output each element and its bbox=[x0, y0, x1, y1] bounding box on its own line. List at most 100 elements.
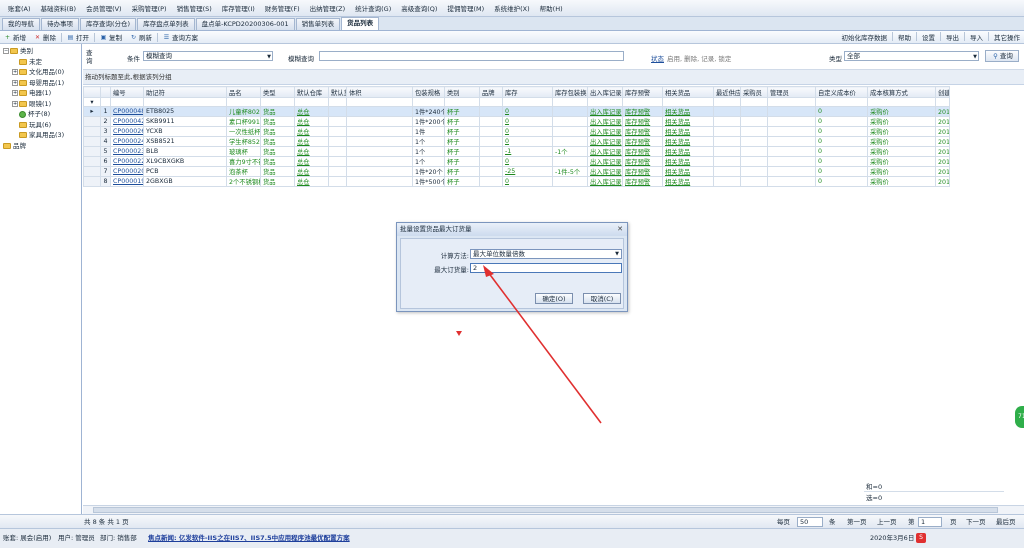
table-cell[interactable]: 相关货品 bbox=[662, 156, 714, 167]
tab-6[interactable]: 货品列表 bbox=[341, 17, 380, 30]
table-cell[interactable]: 出入库记录 bbox=[587, 146, 623, 157]
table-row[interactable]: 8CP0000192GBXGB2个不锈钢杯货品总仓 1件*500个杯子 0 出入库记录… bbox=[83, 176, 950, 187]
menu-item-8[interactable]: 统计查询(G) bbox=[350, 3, 396, 13]
scroll-thumb[interactable] bbox=[93, 507, 998, 513]
filter-cell[interactable] bbox=[740, 97, 768, 107]
toolbar-button-5[interactable]: ☰ 查询方案 bbox=[159, 32, 202, 43]
table-cell[interactable]: 库存预警 bbox=[622, 176, 663, 187]
filter-cell[interactable] bbox=[346, 97, 413, 107]
table-cell[interactable]: 相关货品 bbox=[662, 146, 714, 157]
column-header[interactable]: 库存包装换算 bbox=[552, 86, 588, 98]
table-cell[interactable]: 相关货品 bbox=[662, 106, 714, 117]
table-cell[interactable]: 库存预警 bbox=[622, 156, 663, 167]
table-cell[interactable]: CP000024 bbox=[110, 136, 144, 147]
toolbar-button-3[interactable]: ▣ 复制 bbox=[96, 32, 126, 43]
toolbar-right-button-4[interactable]: 导入 bbox=[966, 32, 987, 42]
tree-node[interactable]: 玩具(6) bbox=[0, 120, 81, 131]
table-cell[interactable]: CP000042 bbox=[110, 116, 144, 127]
column-header[interactable]: 库存预警 bbox=[622, 86, 663, 98]
side-float-button[interactable]: 71 bbox=[1015, 406, 1024, 428]
tree-node[interactable]: + 母婴用品(1) bbox=[0, 78, 81, 89]
close-icon[interactable]: ✕ bbox=[617, 225, 623, 233]
toolbar-right-button-2[interactable]: 设置 bbox=[918, 32, 939, 42]
filter-cell[interactable] bbox=[328, 97, 347, 107]
filter-cell[interactable] bbox=[767, 97, 816, 107]
table-cell[interactable]: 0 bbox=[502, 106, 553, 117]
page-size-input[interactable]: 50 bbox=[797, 517, 823, 527]
table-cell[interactable]: CP000048 bbox=[110, 106, 144, 117]
prev-page-button[interactable]: 上一页 bbox=[877, 515, 897, 529]
table-cell[interactable]: 总仓 bbox=[294, 106, 329, 117]
table-row[interactable]: 7 CP000020 PCB 泡茶杯 货品 总仓 1件*20个 杯子 -25 -1件-5个 出入库记… bbox=[83, 166, 950, 177]
filter-cell[interactable] bbox=[935, 97, 950, 107]
filter-cell[interactable] bbox=[412, 97, 445, 107]
tree-node[interactable]: − 类别 bbox=[0, 46, 81, 57]
tree-node[interactable]: + 眼镜(1) bbox=[0, 99, 81, 110]
table-cell[interactable]: 0 bbox=[502, 136, 553, 147]
table-cell[interactable]: -25 bbox=[502, 166, 553, 177]
table-cell[interactable]: 0 bbox=[502, 176, 553, 187]
category-select[interactable]: 全部 ▼ bbox=[844, 51, 979, 61]
table-cell[interactable]: 出入库记录 bbox=[587, 116, 623, 127]
expand-icon[interactable]: + bbox=[12, 90, 18, 97]
table-row[interactable]: 6CP000022XL9CBXGKB喜力9寸不锈钢口杯货品总仓 1个杯子 0 出入库记… bbox=[83, 156, 950, 167]
page-input[interactable]: 1 bbox=[918, 517, 942, 527]
table-cell[interactable]: CP000019 bbox=[110, 176, 144, 187]
filter-cell[interactable] bbox=[226, 97, 261, 107]
toolbar-button-0[interactable]: + 新增 bbox=[0, 32, 30, 43]
menu-item-3[interactable]: 采购管理(P) bbox=[127, 3, 172, 13]
column-header[interactable]: 自定义成本价 bbox=[815, 86, 868, 98]
table-cell[interactable]: 相关货品 bbox=[662, 116, 714, 127]
column-header[interactable]: 品名 bbox=[226, 86, 261, 98]
filter-cell[interactable] bbox=[552, 97, 588, 107]
menu-item-2[interactable]: 会员管理(V) bbox=[81, 3, 127, 13]
tree-node[interactable]: + 文化用品(0) bbox=[0, 67, 81, 78]
next-page-button[interactable]: 下一页 bbox=[966, 515, 986, 529]
expand-icon[interactable]: + bbox=[12, 79, 18, 86]
filter-cell[interactable] bbox=[502, 97, 553, 107]
tree-node[interactable]: 杯子(8) bbox=[0, 109, 81, 120]
filter-cell[interactable] bbox=[815, 97, 868, 107]
menu-item-7[interactable]: 出纳管理(Z) bbox=[305, 3, 351, 13]
toolbar-button-4[interactable]: ↻ 刷新 bbox=[126, 32, 156, 43]
column-header[interactable]: 助记符 bbox=[143, 86, 227, 98]
tree-node[interactable]: 未定 bbox=[0, 57, 81, 68]
table-cell[interactable]: 出入库记录 bbox=[587, 166, 623, 177]
column-header[interactable]: 相关货品 bbox=[662, 86, 714, 98]
table-cell[interactable]: 出入库记录 bbox=[587, 156, 623, 167]
tab-2[interactable]: 库存查询(分仓) bbox=[80, 18, 137, 30]
menu-item-10[interactable]: 提佣管理(M) bbox=[442, 3, 489, 13]
table-cell[interactable]: 总仓 bbox=[294, 176, 329, 187]
table-cell[interactable]: 0 bbox=[502, 126, 553, 137]
status-link[interactable]: 状态 bbox=[651, 53, 664, 63]
tab-5[interactable]: 销售单列表 bbox=[295, 18, 341, 30]
column-header[interactable]: 出入库记录 bbox=[587, 86, 623, 98]
max-order-input[interactable]: 2 bbox=[470, 263, 622, 273]
menu-item-11[interactable]: 系统维护(X) bbox=[489, 3, 535, 13]
table-cell[interactable]: 库存预警 bbox=[622, 146, 663, 157]
first-page-button[interactable]: 第一页 bbox=[847, 515, 867, 529]
filter-cell[interactable] bbox=[143, 97, 227, 107]
condition-select[interactable]: 模糊查询 ▼ bbox=[143, 51, 273, 61]
table-cell[interactable]: 库存预警 bbox=[622, 106, 663, 117]
table-row[interactable]: 4 CP000024 XSB8521 学生杯8521 货品 总仓 1个 杯子 0 出入库记录 库存预… bbox=[83, 136, 950, 147]
column-header[interactable]: 管理员 bbox=[767, 86, 816, 98]
table-cell[interactable]: CP000020 bbox=[110, 166, 144, 177]
table-cell[interactable]: 总仓 bbox=[294, 146, 329, 157]
menu-item-4[interactable]: 销售管理(S) bbox=[172, 3, 217, 13]
table-row[interactable]: ▸ 1 CP000048 ETB8025 儿童杯8025 货品 总仓 1件*240个 杯子 0 出入… bbox=[83, 106, 950, 117]
news-link[interactable]: 焦点新闻: 亿发软件-IIS之在IIS7、IIS7.5中应用程序池最优配置方案 bbox=[148, 529, 350, 547]
filter-cell[interactable] bbox=[867, 97, 936, 107]
column-header[interactable]: 默认货位 bbox=[328, 86, 347, 98]
expand-icon[interactable]: + bbox=[12, 69, 18, 76]
tree-node[interactable]: 品牌 bbox=[0, 141, 81, 152]
column-header[interactable]: 默认仓库 bbox=[294, 86, 329, 98]
column-header[interactable]: 体积 bbox=[346, 86, 413, 98]
column-header[interactable]: 编号 bbox=[110, 86, 144, 98]
table-cell[interactable]: 0 bbox=[502, 116, 553, 127]
filter-cell[interactable] bbox=[622, 97, 663, 107]
table-cell[interactable]: CP000026 bbox=[110, 126, 144, 137]
filter-cell[interactable] bbox=[444, 97, 480, 107]
table-cell[interactable]: 出入库记录 bbox=[587, 136, 623, 147]
menu-item-5[interactable]: 库存管理(I) bbox=[217, 3, 260, 13]
